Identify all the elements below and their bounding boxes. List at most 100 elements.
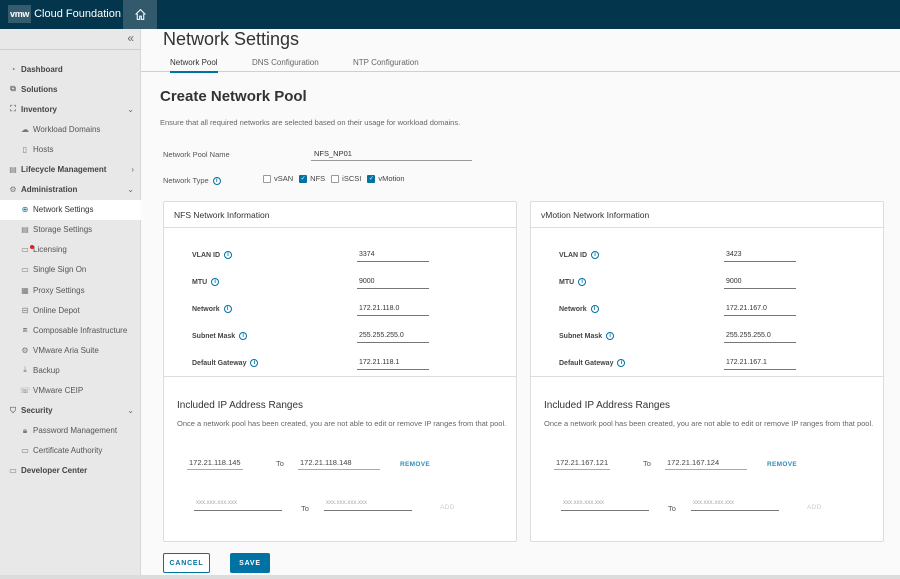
network-input[interactable]: 172.21.167.0: [724, 303, 796, 316]
checkbox-vmotion[interactable]: ✓ vMotion: [367, 174, 405, 183]
sidebar-item-certificate-authority[interactable]: ▭ Certificate Authority: [0, 441, 141, 461]
sidebar-item-label: Online Depot: [33, 305, 80, 315]
info-icon[interactable]: i: [223, 305, 232, 313]
mtu-input[interactable]: 9000: [357, 276, 429, 289]
sidebar-item-single-sign-on[interactable]: ▭ Single Sign On: [0, 260, 141, 280]
network-type-label: Network Type i: [163, 176, 221, 186]
info-icon[interactable]: i: [239, 332, 248, 340]
sidebar-item-online-depot[interactable]: ⊟ Online Depot: [0, 300, 141, 320]
field-label: VLAN ID i: [559, 251, 599, 259]
chevron-down-icon[interactable]: ⌄: [127, 406, 134, 415]
info-icon[interactable]: i: [578, 278, 587, 286]
range-to-label: To: [643, 459, 651, 468]
remove-range-button[interactable]: REMOVE: [767, 461, 797, 468]
hosts-icon: ▯: [22, 144, 28, 154]
cancel-button[interactable]: CANCEL: [163, 553, 210, 573]
field-vlan-id: VLAN ID i 3374: [164, 249, 516, 263]
subnet-mask-input[interactable]: 255.255.255.0: [357, 330, 429, 343]
sidebar-item-dashboard[interactable]: ◔ Dashboard: [0, 59, 141, 79]
save-button[interactable]: SAVE: [230, 553, 270, 573]
inventory-icon: ⛶: [10, 104, 16, 114]
sidebar-item-label: Solutions: [21, 84, 58, 94]
new-range-start-input[interactable]: xxx.xxx.xxx.xxx: [194, 498, 282, 511]
sidebar-item-vmware-ceip[interactable]: ☏ VMware CEIP: [0, 381, 141, 401]
sidebar-item-solutions[interactable]: ⧉ Solutions: [0, 79, 141, 99]
sidebar-item-storage-settings[interactable]: ▤ Storage Settings: [0, 220, 141, 240]
new-range-end-input[interactable]: xxx.xxx.xxx.xxx: [691, 498, 779, 511]
new-range-start-input[interactable]: xxx.xxx.xxx.xxx: [561, 498, 649, 511]
card-title: vMotion Network Information: [531, 202, 883, 228]
tab-dns-configuration[interactable]: DNS Configuration: [252, 58, 319, 71]
sidebar-item-network-settings[interactable]: ⊕ Network Settings: [0, 199, 141, 220]
tab-ntp-configuration[interactable]: NTP Configuration: [353, 58, 419, 71]
vlan-id-input[interactable]: 3423: [724, 249, 796, 262]
info-icon[interactable]: i: [606, 332, 615, 340]
collapse-sidebar-icon[interactable]: «: [127, 31, 134, 45]
field-mtu: MTU i 9000: [531, 276, 883, 290]
checkbox-box-checked[interactable]: ✓: [367, 174, 376, 183]
sidebar-item-developer-center[interactable]: ▭ Developer Center: [0, 461, 141, 481]
field-default-gateway: Default Gateway i 172.21.118.1: [164, 357, 516, 371]
card-title: NFS Network Information: [164, 202, 516, 228]
sidebar-item-security[interactable]: ⛉ Security ⌄: [0, 401, 141, 421]
add-range-button[interactable]: ADD: [440, 504, 455, 511]
aria-icon: ⚙: [21, 345, 29, 355]
vlan-id-input[interactable]: 3374: [357, 249, 429, 262]
field-vlan-id: VLAN ID i 3423: [531, 249, 883, 263]
new-range-end-input[interactable]: xxx.xxx.xxx.xxx: [324, 498, 412, 511]
checkbox-box-checked[interactable]: ✓: [299, 174, 308, 183]
field-subnet-mask: Subnet Mask i 255.255.255.0: [531, 330, 883, 344]
depot-icon: ⊟: [21, 305, 29, 315]
info-icon[interactable]: i: [211, 278, 220, 286]
remove-range-button[interactable]: REMOVE: [400, 461, 430, 468]
sidebar-item-label: Lifecycle Management: [21, 165, 107, 175]
tab-network-pool[interactable]: Network Pool: [170, 58, 218, 73]
checkbox-vsan[interactable]: vSAN: [263, 174, 293, 183]
subnet-mask-input[interactable]: 255.255.255.0: [724, 330, 796, 343]
sidebar-item-vmware-aria-suite[interactable]: ⚙ VMware Aria Suite: [0, 340, 141, 360]
network-input[interactable]: 172.21.118.0: [357, 303, 429, 316]
sidebar-item-lifecycle-management[interactable]: ▤ Lifecycle Management ›: [0, 159, 141, 179]
info-icon[interactable]: i: [591, 251, 599, 259]
home-button[interactable]: [123, 0, 157, 29]
vmotion-network-card: vMotion Network Information VLAN ID i 3423 M…: [530, 201, 884, 542]
chevron-down-icon[interactable]: ⌄: [127, 185, 134, 194]
info-icon[interactable]: i: [617, 359, 626, 367]
checkbox-nfs[interactable]: ✓ NFS: [299, 174, 325, 183]
field-label: Default Gateway i: [559, 359, 626, 367]
chevron-right-icon[interactable]: ›: [131, 165, 134, 174]
app-logo[interactable]: vmw Cloud Foundation: [8, 4, 121, 24]
add-range-button[interactable]: ADD: [807, 504, 822, 511]
security-icon: ⛉: [10, 405, 16, 415]
checkbox-box[interactable]: [263, 174, 271, 183]
sidebar-item-workload-domains[interactable]: ☁ Workload Domains: [0, 119, 141, 139]
range-start-input[interactable]: 172.21.118.145: [187, 457, 243, 470]
sidebar-item-password-management[interactable]: 🔒︎ Password Management: [0, 421, 141, 441]
chevron-down-icon[interactable]: ⌄: [127, 105, 134, 114]
sidebar-item-composable-infrastructure[interactable]: ⧈ Composable Infrastructure: [0, 320, 141, 340]
default-gateway-input[interactable]: 172.21.118.1: [357, 357, 429, 370]
pool-name-input[interactable]: NFS_NP01: [311, 147, 472, 161]
proxy-icon: ▦: [21, 285, 29, 295]
default-gateway-input[interactable]: 172.21.167.1: [724, 357, 796, 370]
sidebar-item-hosts[interactable]: ▯ Hosts: [0, 139, 141, 159]
sidebar-item-backup[interactable]: ⤓ Backup: [0, 360, 141, 380]
checkbox-iscsi[interactable]: iSCSI: [331, 174, 361, 183]
info-icon[interactable]: i: [250, 359, 259, 367]
field-label-text: VLAN ID: [559, 251, 587, 259]
info-icon[interactable]: i: [212, 177, 221, 186]
sidebar-item-inventory[interactable]: ⛶ Inventory ⌄: [0, 99, 141, 119]
sidebar-item-licensing[interactable]: ▭ Licensing: [0, 240, 141, 260]
mtu-input[interactable]: 9000: [724, 276, 796, 289]
range-end-input[interactable]: 172.21.167.124: [665, 457, 747, 470]
ip-ranges-title: Included IP Address Ranges: [544, 400, 671, 411]
info-icon[interactable]: i: [224, 251, 232, 259]
sidebar-item-administration[interactable]: ⚙ Administration ⌄: [0, 180, 141, 200]
sidebar-item-label: Administration: [21, 185, 78, 195]
range-start-input[interactable]: 172.21.167.121: [554, 457, 610, 470]
range-end-input[interactable]: 172.21.118.148: [298, 457, 380, 470]
info-icon[interactable]: i: [590, 305, 599, 313]
checkbox-box[interactable]: [331, 174, 340, 183]
sidebar-item-proxy-settings[interactable]: ▦ Proxy Settings: [0, 280, 141, 300]
app-title: Cloud Foundation: [34, 8, 121, 20]
